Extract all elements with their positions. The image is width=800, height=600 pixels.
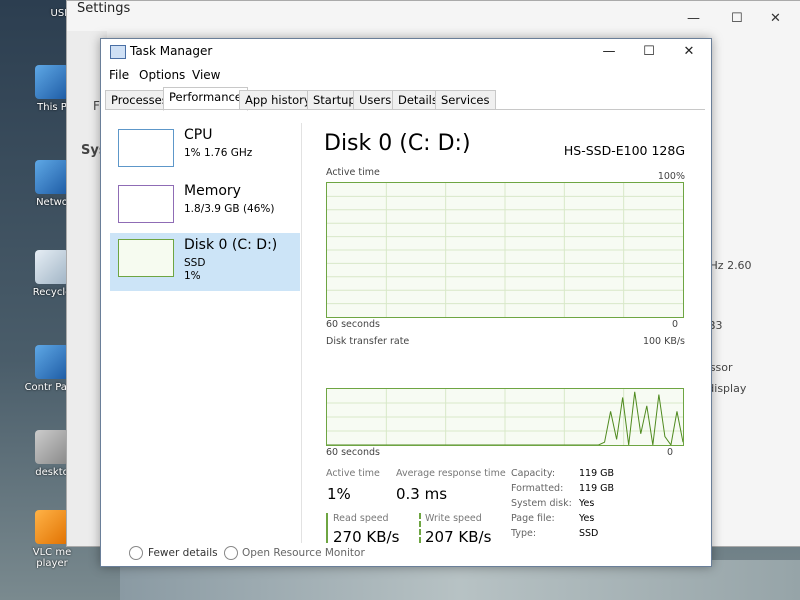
prop-label: Formatted: bbox=[511, 483, 564, 494]
resource-detail: SSD bbox=[184, 257, 206, 269]
transfer-rate-plot bbox=[327, 389, 683, 445]
chevron-up-icon[interactable] bbox=[129, 546, 143, 560]
settings-title: Settings bbox=[77, 1, 131, 16]
cpu-thumbnail-graph bbox=[118, 129, 174, 167]
disk-title: Disk 0 (C: D:) bbox=[324, 131, 471, 156]
title-bar[interactable]: Task Manager — ☐ ✕ bbox=[101, 39, 711, 65]
tab-divider bbox=[105, 109, 705, 110]
resource-detail: 1% bbox=[184, 270, 201, 282]
active-time-graph-label: Active time bbox=[326, 167, 380, 178]
footer-bar: Fewer details Open Resource Monitor bbox=[101, 538, 711, 566]
prop-label: System disk: bbox=[511, 498, 572, 509]
window-title: Task Manager bbox=[130, 44, 213, 58]
close-button[interactable]: ✕ bbox=[669, 41, 709, 63]
resource-name: CPU bbox=[184, 127, 213, 143]
maximize-button[interactable]: ☐ bbox=[629, 41, 669, 63]
prop-value: 119 GB bbox=[579, 468, 615, 479]
active-time-graph bbox=[326, 182, 684, 318]
task-manager-icon bbox=[110, 45, 126, 59]
disk-thumbnail-graph bbox=[118, 239, 174, 277]
settings-minimize-button[interactable]: — bbox=[687, 11, 700, 26]
active-time-grid bbox=[327, 183, 683, 317]
disk-model: HS-SSD-E100 128G bbox=[563, 143, 685, 158]
graph-time-span: 60 seconds bbox=[326, 319, 380, 330]
transfer-rate-graph-max: 100 KB/s bbox=[642, 336, 685, 347]
graph-min-value: 0 bbox=[672, 319, 679, 330]
avg-response-label: Average response time bbox=[396, 468, 506, 479]
settings-close-button[interactable]: ✕ bbox=[770, 11, 781, 26]
tab-services[interactable]: Services bbox=[435, 90, 496, 110]
resource-detail: 1% 1.76 GHz bbox=[184, 147, 253, 159]
task-manager-window: Task Manager — ☐ ✕ File Options View Pro… bbox=[100, 38, 712, 567]
menu-options[interactable]: Options bbox=[139, 68, 185, 82]
tab-bar: Processes Performance App history Startu… bbox=[105, 87, 705, 111]
prop-value: Yes bbox=[579, 498, 595, 509]
write-speed-label: Write speed bbox=[425, 513, 482, 524]
desktop-folder-icon bbox=[35, 430, 69, 464]
tab-app-history[interactable]: App history bbox=[239, 90, 317, 110]
desktop-icon-label: VLC me player bbox=[32, 547, 72, 569]
graph-min-value: 0 bbox=[667, 447, 674, 458]
transfer-rate-graph-label: Disk transfer rate bbox=[326, 336, 410, 347]
memory-thumbnail-graph bbox=[118, 185, 174, 223]
active-time-stat-label: Active time bbox=[326, 468, 380, 479]
resource-list: CPU 1% 1.76 GHz Memory 1.8/3.9 GB (46%) … bbox=[110, 123, 300, 553]
minimize-button[interactable]: — bbox=[589, 41, 629, 63]
active-time-stat-value: 1% bbox=[327, 485, 351, 503]
prop-label: Page file: bbox=[511, 513, 555, 524]
prop-value: 119 GB bbox=[579, 483, 615, 494]
graph-time-span: 60 seconds bbox=[326, 447, 380, 458]
resource-memory[interactable]: Memory 1.8/3.9 GB (46%) bbox=[110, 179, 300, 233]
open-resource-monitor-link[interactable]: Open Resource Monitor bbox=[242, 547, 365, 559]
settings-f-label: F bbox=[93, 99, 100, 113]
menu-file[interactable]: File bbox=[109, 68, 129, 82]
control-panel-icon bbox=[35, 345, 69, 379]
resource-disk-0[interactable]: Disk 0 (C: D:) SSD 1% bbox=[110, 233, 300, 291]
menu-view[interactable]: View bbox=[192, 68, 220, 82]
active-time-graph-max: 100% bbox=[657, 171, 685, 182]
vlc-cone-icon bbox=[35, 510, 69, 544]
resource-monitor-icon[interactable] bbox=[224, 546, 238, 560]
tab-performance[interactable]: Performance bbox=[163, 87, 248, 111]
computer-icon bbox=[35, 65, 69, 99]
pane-divider[interactable] bbox=[301, 123, 302, 543]
settings-maximize-button[interactable]: ☐ bbox=[731, 11, 743, 26]
transfer-rate-graph bbox=[326, 388, 684, 446]
prop-value: Yes bbox=[579, 513, 595, 524]
avg-response-value: 0.3 ms bbox=[396, 485, 448, 503]
tab-users[interactable]: Users bbox=[353, 90, 398, 110]
resource-cpu[interactable]: CPU 1% 1.76 GHz bbox=[110, 123, 300, 177]
network-icon bbox=[35, 160, 69, 194]
resource-name: Memory bbox=[184, 183, 241, 199]
resource-name: Disk 0 (C: D:) bbox=[184, 237, 278, 253]
prop-label: Capacity: bbox=[511, 468, 556, 479]
fewer-details-link[interactable]: Fewer details bbox=[148, 547, 218, 559]
resource-detail: 1.8/3.9 GB (46%) bbox=[184, 203, 275, 215]
disk-detail-pane: Disk 0 (C: D:) HS-SSD-E100 128G Active t… bbox=[315, 123, 695, 553]
recycle-bin-icon bbox=[35, 250, 69, 284]
read-speed-label: Read speed bbox=[333, 513, 389, 524]
